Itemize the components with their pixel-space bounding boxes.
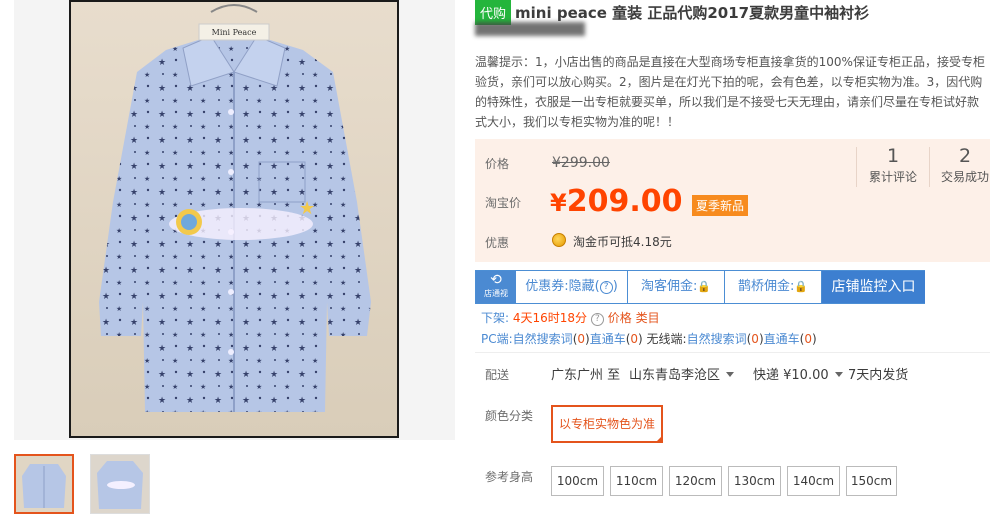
queqiao-commission-label: 鹊桥佣金: — [737, 279, 795, 294]
promo-label: 优惠 — [485, 236, 510, 250]
question-icon: ? — [599, 281, 613, 294]
lock-icon: 🔒 — [794, 280, 809, 293]
shirt-image: ★ ★ Mini Peac — [99, 4, 371, 412]
dianvision-logo-icon: ⟲ — [490, 272, 502, 288]
product-gallery: ★ ★ Mini Peac — [14, 0, 455, 440]
taobao-price: ¥209.00 — [550, 184, 682, 219]
wireless-label: 无线端: — [646, 332, 687, 346]
taojinbi-text: 淘金币可抵4.18元 — [573, 235, 672, 249]
color-option-selected[interactable]: 以专柜实物色为准 — [551, 405, 664, 443]
dianvision-logo-text: 店通视 — [484, 289, 508, 298]
express-fee-selector[interactable]: 快递 ¥10.00 — [753, 364, 843, 383]
svg-text:★: ★ — [299, 198, 315, 219]
ship-to-selector[interactable]: 山东青岛李沧区 — [629, 364, 735, 383]
shop-monitor-toolbar: ⟲ 店通视 优惠券:隐藏(?) 淘客佣金:🔒 鹊桥佣金:🔒 店铺监控入口 — [475, 270, 925, 304]
shipping-label: 配送 — [485, 368, 510, 382]
size-option-120[interactable]: 120cm — [669, 466, 722, 496]
chevron-down-icon — [726, 372, 735, 377]
size-option-140[interactable]: 140cm — [787, 466, 840, 496]
season-badge: 夏季新品 — [692, 195, 749, 216]
reviews-label: 累计评论 — [868, 170, 917, 184]
thumbnail-shirt-image — [16, 456, 72, 512]
price-panel: 价格 ¥299.00 淘宝价 ¥209.00 夏季新品 优惠 淘金币可抵4.18… — [475, 139, 990, 262]
thumbnail-shirt-image — [91, 455, 149, 513]
chevron-down-icon — [834, 372, 843, 377]
offline-countdown: 4天16时18分 — [512, 311, 588, 325]
coupon-label: 优惠券:隐藏( — [525, 279, 600, 294]
reviews-stat[interactable]: 1 累计评论 — [857, 145, 929, 185]
main-product-image[interactable]: ★ ★ Mini Peac — [69, 0, 399, 438]
svg-text:Mini Peace: Mini Peace — [212, 28, 257, 37]
pc-natural-search-link[interactable]: 自然搜索词 — [513, 332, 573, 346]
wireless-through-train-link[interactable]: 直通车 — [764, 332, 800, 346]
divider — [475, 352, 990, 353]
question-icon[interactable]: ? — [590, 313, 604, 326]
taobao-price-label: 淘宝价 — [485, 196, 522, 210]
pc-through-train-count: 0 — [630, 332, 639, 346]
dianvision-logo[interactable]: ⟲ 店通视 — [476, 271, 516, 303]
offline-label: 下架: — [481, 311, 510, 325]
price-monitor-link[interactable]: 价格 — [608, 311, 632, 325]
category-monitor-link[interactable]: 类目 — [636, 311, 660, 325]
product-title: mini peace 童装 正品代购2017夏款男童中袖衬衫 — [515, 4, 870, 22]
selected-corner-mark — [655, 435, 664, 443]
shop-monitor-button[interactable]: 店铺监控入口 — [822, 271, 925, 303]
height-label: 参考身高 — [485, 470, 534, 484]
pc-label: PC端: — [481, 332, 513, 346]
thumbnail-2[interactable] — [90, 454, 150, 514]
lock-icon: 🔒 — [697, 280, 712, 293]
sales-stat[interactable]: 2 交易成功 — [929, 145, 990, 185]
size-option-150[interactable]: 150cm — [846, 466, 897, 496]
sales-count: 2 — [958, 145, 972, 167]
pc-through-train-link[interactable]: 直通车 — [590, 332, 626, 346]
taoke-commission-cell[interactable]: 淘客佣金:🔒 — [628, 271, 725, 303]
dispatch-time: 7天内发货 — [848, 368, 909, 383]
taojinbi-coin-icon — [552, 233, 566, 247]
reviews-count: 1 — [886, 145, 900, 167]
taobao-price-value: 209.00 — [566, 184, 683, 219]
original-price: ¥299.00 — [552, 155, 610, 171]
thumbnail-1[interactable] — [14, 454, 74, 514]
monitor-row-offline: 下架: 4天16时18分 ? 价格 类目 — [481, 309, 660, 326]
size-option-100[interactable]: 100cm — [551, 466, 604, 496]
ship-to: 山东青岛李沧区 — [629, 368, 721, 383]
express-fee: 快递 ¥10.00 — [753, 368, 829, 383]
seller-tips: 温馨提示：1，小店出售的商品是直接在大型商场专柜直接拿货的100%保证专柜正品，… — [475, 55, 985, 129]
title-code-redacted — [475, 22, 585, 36]
coupon-cell[interactable]: 优惠券:隐藏(?) — [516, 271, 628, 303]
queqiao-commission-cell[interactable]: 鹊桥佣金:🔒 — [725, 271, 822, 303]
taoke-commission-label: 淘客佣金: — [640, 279, 698, 294]
wireless-natural-search-link[interactable]: 自然搜索词 — [687, 332, 747, 346]
ship-from: 广东广州 至 — [551, 368, 621, 383]
color-option-label: 以专柜实物色为准 — [559, 417, 656, 431]
wireless-natural-search-count: 0 — [751, 332, 759, 346]
color-label: 颜色分类 — [485, 409, 534, 423]
pc-natural-search-count: 0 — [577, 332, 586, 346]
sales-label: 交易成功 — [940, 170, 989, 184]
currency-symbol: ¥ — [550, 189, 567, 217]
size-option-130[interactable]: 130cm — [728, 466, 781, 496]
size-option-110[interactable]: 110cm — [610, 466, 663, 496]
original-price-label: 价格 — [485, 157, 510, 171]
monitor-row-keywords: PC端:自然搜索词(0)直通车(0) 无线端:自然搜索词(0)直通车(0) — [481, 332, 817, 346]
coupon-label-end: ) — [612, 279, 618, 294]
wireless-through-train-count: 0 — [804, 332, 812, 346]
